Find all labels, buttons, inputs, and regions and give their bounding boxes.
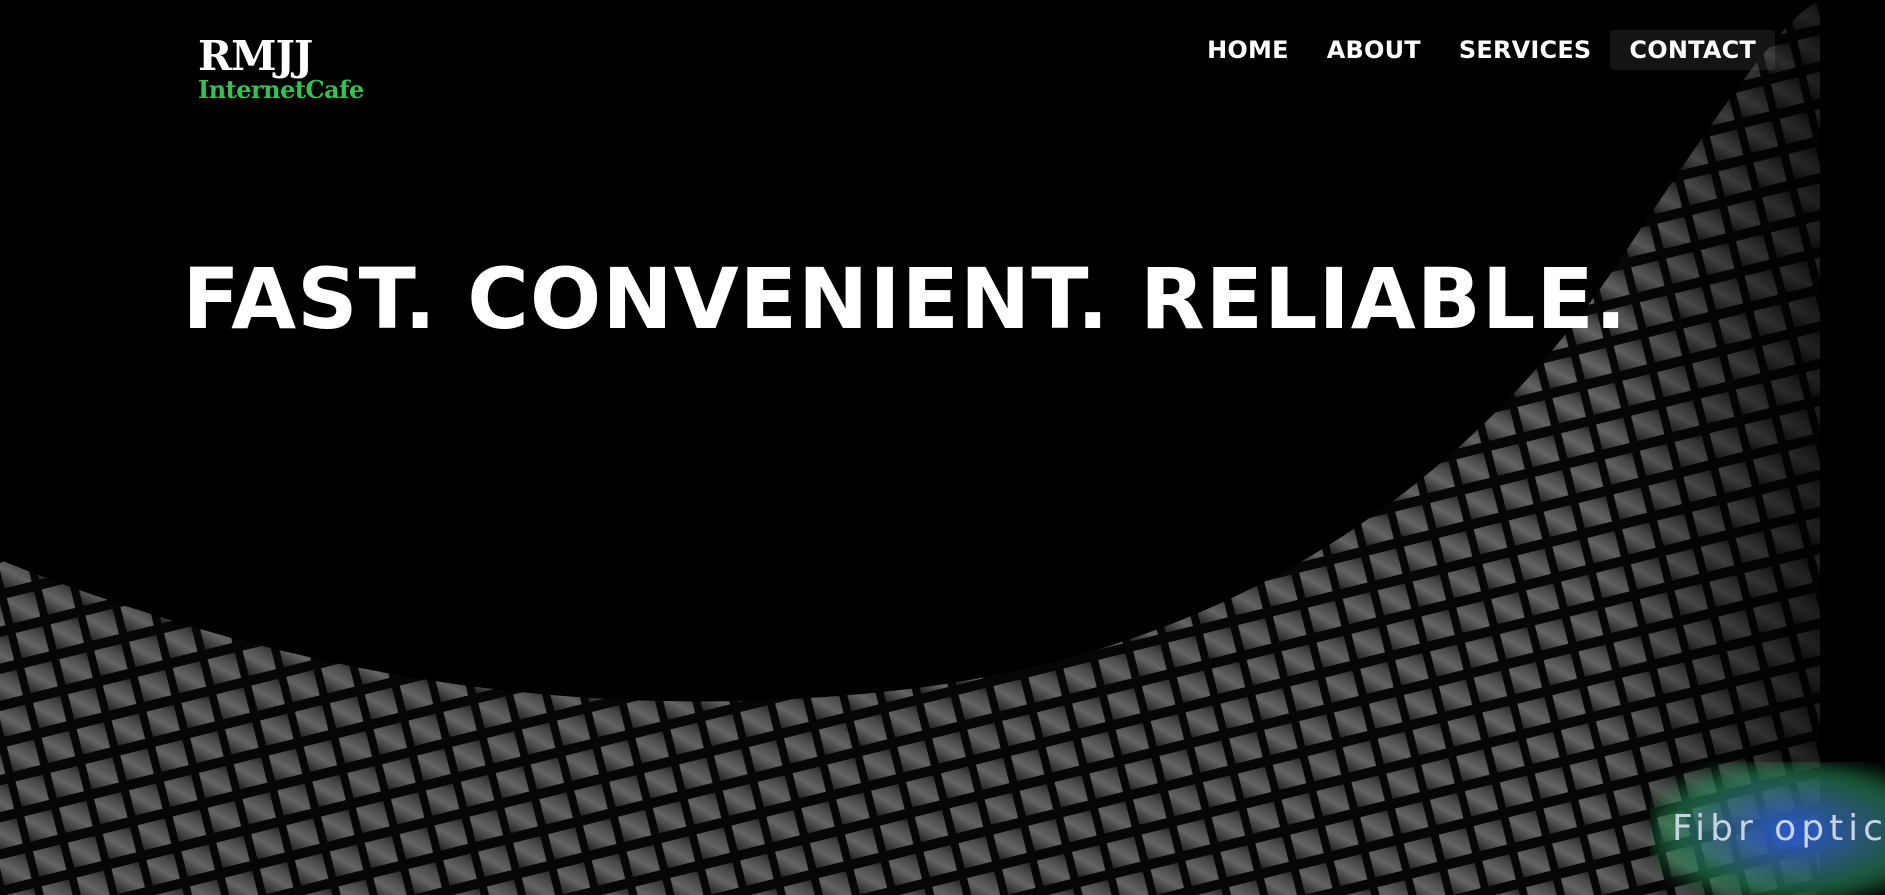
promo-text: Fibr optic <box>1672 808 1885 849</box>
nav-home[interactable]: HOME <box>1188 30 1308 70</box>
main-nav: HOME ABOUT SERVICES CONTACT <box>1188 30 1775 70</box>
logo-title: RMJJ <box>198 32 313 80</box>
logo-subtitle: InternetCafe <box>198 75 364 104</box>
hero-background-graphic <box>0 0 1885 895</box>
hero-headline-wrapper: FAST. CONVENIENT. RELIABLE. <box>0 250 1885 348</box>
hero-section: RMJJ InternetCafe HOME ABOUT SERVICES CO… <box>0 0 1885 895</box>
hero-headline: FAST. CONVENIENT. RELIABLE. <box>182 250 1628 348</box>
fiber-optic-promo[interactable]: Fibr optic <box>1650 762 1885 895</box>
nav-about[interactable]: ABOUT <box>1308 30 1440 70</box>
nav-services[interactable]: SERVICES <box>1440 30 1611 70</box>
nav-contact[interactable]: CONTACT <box>1610 30 1775 70</box>
site-logo[interactable]: RMJJ InternetCafe <box>198 36 364 104</box>
